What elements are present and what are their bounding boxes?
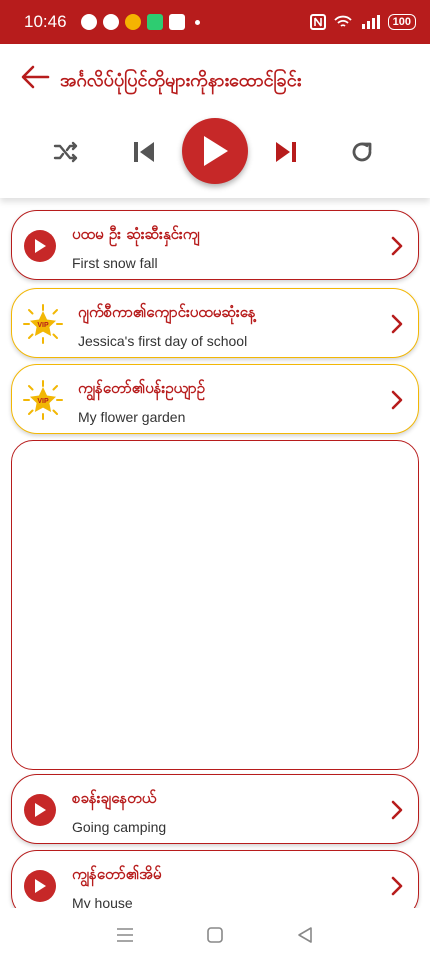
vip-star-icon: VIP [23,380,63,420]
page-title: အင်္ဂလိပ်ပုံပြင်တိုများကိုနားထောင်ခြင်း [60,70,302,91]
app-notification-icon [124,14,141,30]
story-title: ကျွန်တော်၏အိမ် [72,865,162,883]
story-subtitle: Jessica's first day of school [78,333,248,349]
story-item[interactable]: ပထမ ဦး ဆုံးဆီးနှင်းကျ First snow fall [11,210,419,280]
system-icons: 100 [309,14,416,30]
story-subtitle: My flower garden [78,409,186,425]
status-bar: 10:46 100 [0,0,430,44]
story-title: ပထမ ဦး ဆုံးဆီးနှင်းကျ [72,225,200,243]
more-notifications-dot [194,19,200,25]
message-icon [146,14,163,30]
messenger-icon [80,14,97,30]
story-subtitle: Going camping [72,819,167,835]
story-title: ဂျက်စီကာ၏ကျောင်းပထမဆုံးနေ့ [78,303,256,321]
repeat-icon [352,142,372,162]
play-icon [35,803,46,817]
play-button[interactable] [182,118,248,184]
next-button[interactable] [272,138,300,166]
skip-previous-icon [134,142,154,162]
vip-label: VIP [37,398,49,405]
play-icon [204,136,228,166]
vpn-icon [102,14,119,30]
item-play-button[interactable] [24,230,56,262]
back-nav-button[interactable] [293,923,317,947]
story-item-vip[interactable]: VIP ဂျက်စီကာ၏ကျောင်းပထမဆုံးနေ့ Jessica's… [11,288,419,358]
chevron-right-icon [391,876,403,896]
battery-indicator: 100 [387,14,416,30]
player-header: အင်္ဂလိပ်ပုံပြင်တိုများကိုနားထောင်ခြင်း [0,44,430,198]
vip-label: VIP [37,322,49,329]
menu-lines-icon [117,927,133,942]
item-play-button[interactable] [24,794,56,826]
home-button[interactable] [203,923,227,947]
signal-icon [361,15,380,29]
notification-icons [80,14,200,30]
nfc-icon [309,14,326,30]
playback-controls [0,118,430,188]
chevron-right-icon [391,800,403,820]
chevron-right-icon [391,314,403,334]
status-time: 10:46 [24,12,67,31]
recent-apps-button[interactable] [113,923,137,947]
story-subtitle: First snow fall [72,255,158,271]
wifi-icon [333,15,352,27]
skip-next-icon [276,142,296,162]
square-icon [207,926,223,943]
story-title: ကျွန်တော်၏ပန်းဥယျာဉ် [78,379,205,397]
shuffle-button[interactable] [52,138,80,166]
story-title: စခန်းချနေတယ် [72,789,157,807]
story-list: ပထမ ဦး ဆုံးဆီးနှင်းကျ First snow fall VI… [0,198,430,908]
previous-button[interactable] [130,138,158,166]
play-icon [35,239,46,253]
arrow-left-icon [21,65,50,89]
chevron-right-icon [391,390,403,410]
story-item[interactable]: စခန်းချနေတယ် Going camping [11,774,419,844]
chevron-right-icon [391,236,403,256]
story-subtitle: My house [72,895,133,908]
system-nav-bar [0,908,430,961]
story-item[interactable]: ကျွန်တော်၏အိမ် My house [11,850,419,908]
triangle-back-icon [298,926,312,943]
play-icon [35,879,46,893]
ad-placeholder [11,440,419,770]
back-button[interactable] [20,64,50,90]
cart-icon [168,14,185,30]
vip-star-icon: VIP [23,304,63,344]
story-item-vip[interactable]: VIP ကျွန်တော်၏ပန်းဥယျာဉ် My flower garde… [11,364,419,434]
item-play-button[interactable] [24,870,56,902]
repeat-button[interactable] [348,138,376,166]
shuffle-icon [53,141,78,163]
